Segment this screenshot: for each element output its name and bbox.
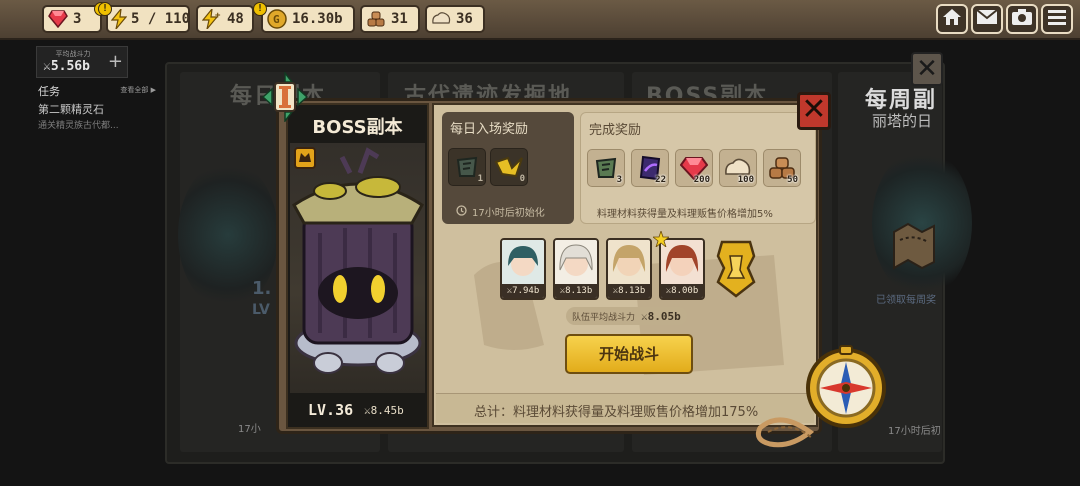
completion-reward-item[interactable]: 50 — [763, 149, 801, 187]
camera-button[interactable] — [1006, 4, 1038, 34]
view-all-quests-link[interactable]: 查看全部 ▶ — [120, 85, 156, 95]
completion-reward-item[interactable]: 22 — [631, 149, 669, 187]
wood-icon — [365, 8, 387, 30]
background-level-label: LV — [252, 302, 270, 318]
completion-reward-title: 完成奖励 — [589, 123, 642, 138]
team-power-value: ⚔8.05b — [641, 309, 681, 323]
energy-alert-badge: ! — [98, 2, 112, 16]
clock-icon — [456, 205, 467, 216]
resource-bar: 3 ! 5 / 110 ! + 48 G 16.30b ! 31 36 — [0, 0, 1080, 40]
gem-icon — [47, 8, 69, 30]
stone-counter[interactable]: 36 — [425, 5, 485, 33]
svg-text:G: G — [273, 13, 280, 26]
daily-reward-count: 0 — [519, 174, 525, 184]
average-power-panel[interactable]: 平均战斗力 ⚔5.56b + — [36, 46, 128, 78]
svg-text:+: + — [215, 11, 221, 21]
completion-reward-count: 3 — [616, 175, 622, 185]
gem-counter[interactable]: 3 ! — [42, 2, 108, 33]
boss-element-icon — [294, 147, 316, 169]
team-hero-slot[interactable]: ⚔7.94b — [500, 238, 546, 300]
daily-reward-title: 每日入场奖励 — [450, 122, 529, 137]
daily-entry-reward-box: 每日入场奖励 1 0 17小时后初始化 — [442, 112, 574, 224]
boss-portrait — [290, 143, 425, 393]
background-timer-left: 17小 — [238, 424, 261, 435]
mail-icon — [976, 9, 998, 29]
menu-button[interactable] — [1041, 4, 1073, 34]
completion-reward-count: 200 — [693, 175, 710, 185]
mail-button[interactable] — [971, 4, 1003, 34]
background-level-text: 1. — [252, 278, 272, 299]
hero-power: ⚔8.00b — [661, 284, 703, 298]
weekly-dungeon-subtitle: 丽塔的日 — [872, 112, 933, 130]
energy-counter[interactable]: 5 / 110 ! — [98, 2, 190, 33]
team-average-power: 队伍平均战斗力 ⚔8.05b — [566, 307, 687, 325]
gold-coin-icon: G — [266, 8, 288, 30]
hero-portrait-icon — [608, 240, 650, 284]
daily-reward-item[interactable]: 0 — [490, 148, 528, 186]
energy-icon — [111, 8, 127, 30]
gold-alert-badge: ! — [253, 2, 267, 16]
home-button[interactable] — [936, 4, 968, 34]
boss-level: LV.36 — [308, 401, 354, 419]
boss-panel: BOSS副本 LV.36 ⚔8.45b — [286, 103, 429, 429]
leaf-scroll-icon — [595, 157, 617, 178]
team-hero-slot[interactable]: ⚔8.00b — [659, 238, 705, 300]
completion-reward-count: 22 — [655, 175, 666, 185]
quest-description: 通关精灵族古代都... — [38, 121, 119, 131]
team-power-label: 队伍平均战斗力 — [572, 312, 636, 323]
camera-icon — [1011, 8, 1033, 30]
boss-dungeon-title: BOSS副本 — [312, 117, 403, 138]
boss-power: ⚔8.45b — [364, 404, 404, 417]
completion-reward-note: 料理材料获得量及料理贩售价格增加5% — [597, 209, 773, 220]
team-emblem-icon[interactable] — [714, 238, 758, 300]
hero-power: ⚔8.13b — [555, 284, 597, 298]
leaf-scroll-icon — [456, 156, 478, 177]
energy-plus-counter[interactable]: + 48 — [196, 5, 254, 33]
tree-stump-boss-icon — [292, 147, 424, 374]
weekly-claimed-text: 已领取每周奖 — [876, 295, 936, 306]
leader-star-icon — [653, 231, 669, 247]
difficulty-badge-icon — [262, 72, 308, 122]
completion-reward-count: 50 — [787, 175, 798, 185]
average-power-label: 平均战斗力 — [55, 50, 91, 58]
add-power-button[interactable]: + — [108, 51, 123, 72]
completion-reward-count: 100 — [737, 175, 754, 185]
close-modal-button[interactable]: ✕ — [797, 92, 831, 130]
home-icon — [942, 8, 962, 30]
quest-name: 第二颗精灵石 — [38, 103, 104, 116]
quest-panel[interactable]: 任务 查看全部 ▶ 第二颗精灵石 通关精灵族古代都... — [36, 82, 156, 134]
average-power-value: ⚔5.56b — [43, 59, 90, 74]
wood-counter[interactable]: 31 — [360, 5, 420, 33]
daily-reward-item[interactable]: 1 — [448, 148, 486, 186]
team-hero-slot[interactable]: ⚔8.13b — [553, 238, 599, 300]
dungeon-close-button[interactable]: ✕ — [911, 52, 943, 86]
completion-reward-item[interactable]: 200 — [675, 149, 713, 187]
hero-power: ⚔8.13b — [608, 284, 650, 298]
team-hero-slot[interactable]: ⚔8.13b — [606, 238, 652, 300]
compass-icon — [755, 345, 886, 448]
treasure-map-icon — [893, 222, 935, 270]
completion-reward-item[interactable]: 100 — [719, 149, 757, 187]
start-battle-button[interactable]: 开始战斗 — [565, 334, 693, 374]
hero-portrait-icon — [502, 240, 544, 284]
background-timer-right: 17小时后初 — [888, 426, 941, 437]
gold-counter[interactable]: G 16.30b ! — [253, 2, 355, 33]
energy-plus-icon: + — [201, 8, 223, 30]
hero-portrait-icon — [555, 240, 597, 284]
menu-icon — [1047, 9, 1067, 29]
hero-power: ⚔7.94b — [502, 284, 544, 298]
stone-icon — [430, 8, 452, 30]
daily-reward-count: 1 — [477, 174, 483, 184]
completion-reward-item[interactable]: 3 — [587, 149, 625, 187]
daily-reset-timer: 17小时后初始化 — [472, 208, 545, 219]
quest-title: 任务 — [38, 85, 60, 98]
completion-reward-box: 完成奖励 3 22 200 100 50 料理材料获得量及料理贩售价格增加5% — [580, 112, 816, 224]
total-bonus-text: 总计：料理材料获得量及料理贩售价格增加175% — [474, 405, 759, 420]
